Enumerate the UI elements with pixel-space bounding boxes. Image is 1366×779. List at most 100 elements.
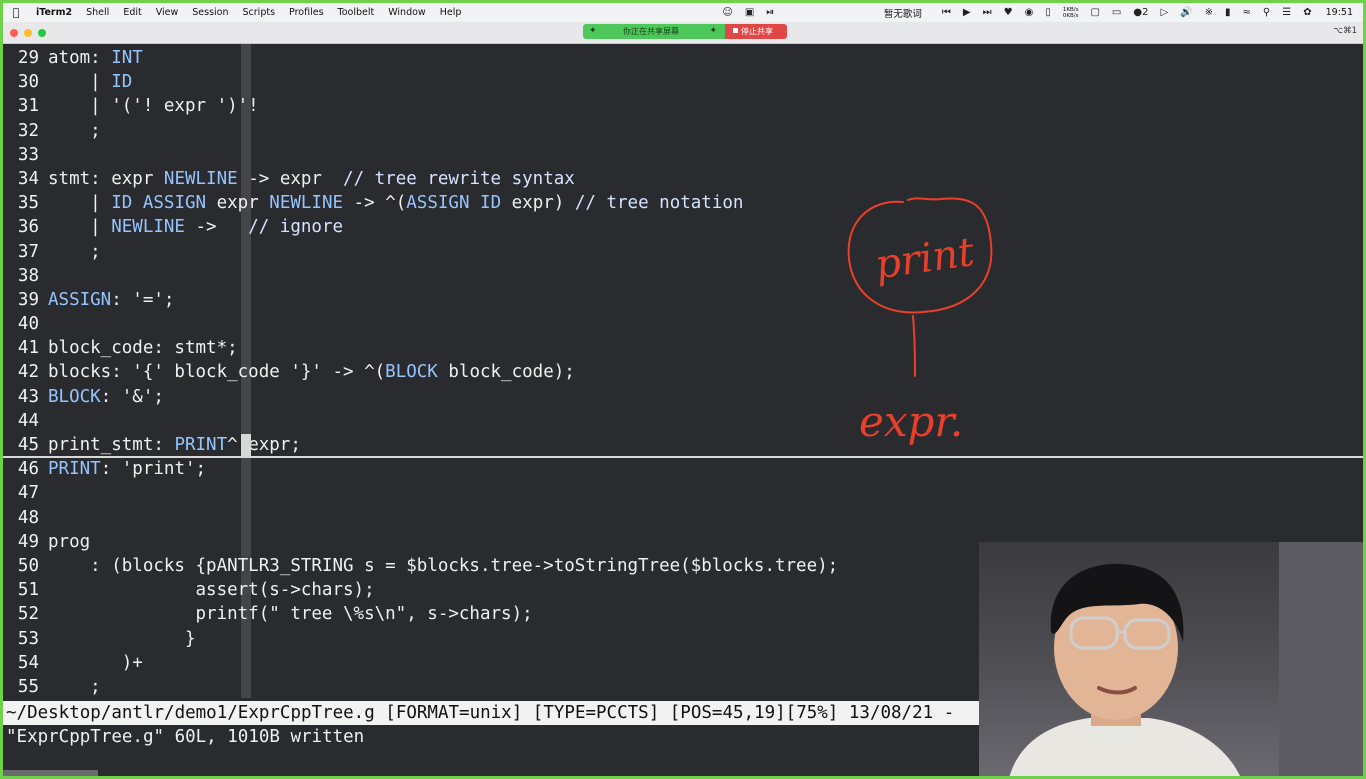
close-window-button[interactable] [10, 29, 18, 37]
badge-icon[interactable]: ●2 [1127, 7, 1154, 18]
line-number: 42 [17, 362, 39, 383]
line-number: 30 [17, 72, 39, 93]
code-line[interactable]: 48 [3, 506, 838, 530]
line-number: 49 [17, 531, 39, 552]
menu-item-scripts[interactable]: Scripts [236, 7, 283, 18]
control-center-icon[interactable]: ☰ [1276, 7, 1297, 18]
presenter-image [1009, 542, 1363, 776]
maximize-window-button[interactable] [38, 29, 46, 37]
code-editor[interactable]: 29 atom: INT 30 | ID 31 | '('! expr ')'! 32 … [3, 46, 838, 699]
share-icon: ✦ [589, 26, 597, 36]
line-text: ; [48, 120, 101, 141]
line-text: } [48, 628, 196, 649]
stop-icon [733, 28, 738, 33]
code-line[interactable]: 38 [3, 264, 838, 288]
code-line[interactable]: 52 printf(" tree \%s\n", s->chars); [3, 602, 838, 626]
music-app-icon[interactable]: ◉ [1019, 7, 1040, 18]
code-line[interactable]: 31 | '('! expr ')'! [3, 94, 838, 118]
annotation-print-word: print [872, 229, 978, 289]
line-number: 55 [17, 676, 39, 697]
code-line[interactable]: 49 prog [3, 530, 838, 554]
code-line[interactable]: 53 } [3, 627, 838, 651]
horizontal-scrollbar[interactable] [3, 770, 98, 776]
display-icon[interactable]: ▭ [1106, 7, 1127, 18]
play-icon[interactable]: ▶ [957, 7, 977, 18]
code-line[interactable]: 33 [3, 143, 838, 167]
lyrics-text[interactable]: 暂无歌词 [844, 6, 936, 20]
line-number: 32 [17, 120, 39, 141]
pause-circle-icon[interactable]: ⏯ [760, 7, 780, 18]
screen-record-icon[interactable]: ▣ [739, 7, 760, 18]
line-text: print_stmt: PRINT^ expr; [48, 435, 301, 455]
bluetooth-icon[interactable]: ※ [1199, 7, 1219, 18]
code-line[interactable]: 51 assert(s->chars); [3, 578, 838, 602]
line-text: printf(" tree \%s\n", s->chars); [48, 604, 533, 625]
code-line[interactable]: 30 | ID [3, 70, 838, 94]
code-line[interactable]: 39 ASSIGN: '='; [3, 288, 838, 312]
apple-icon[interactable]:  [3, 6, 29, 19]
network-speed[interactable]: 1KB/s 0KB/s [1057, 7, 1085, 19]
line-text: | ID [48, 72, 133, 93]
code-line[interactable]: 43 BLOCK: '&'; [3, 385, 838, 409]
code-line[interactable]: 54 )+ [3, 651, 838, 675]
search-icon[interactable]: ⚲ [1257, 7, 1276, 18]
menu-item-edit[interactable]: Edit [116, 7, 148, 18]
code-line[interactable]: 34 stmt: expr NEWLINE -> expr // tree rew… [3, 167, 838, 191]
line-text: ; [48, 241, 101, 262]
stop-sharing-button[interactable]: 停止共享 [725, 24, 787, 39]
menu-item-view[interactable]: View [149, 7, 186, 18]
line-number: 48 [17, 507, 39, 528]
previous-track-icon[interactable]: ⏮ [936, 7, 957, 18]
battery-icon[interactable]: ▮ [1219, 7, 1237, 18]
media-control-icon[interactable]: ▷ [1154, 7, 1174, 18]
line-text: ; [48, 676, 101, 697]
code-line[interactable]: 37 ; [3, 240, 838, 264]
memory-icon[interactable]: ▯ [1039, 7, 1057, 18]
line-number: 38 [17, 265, 39, 286]
menu-item-profiles[interactable]: Profiles [282, 7, 331, 18]
code-line[interactable]: 29 atom: INT [3, 46, 838, 70]
code-line[interactable]: 47 [3, 481, 838, 505]
line-number: 51 [17, 580, 39, 601]
heart-icon[interactable]: ♥ [998, 7, 1019, 18]
clock[interactable]: 19:51 [1318, 7, 1363, 18]
code-line[interactable]: 50 : (blocks {pANTLR3_STRING s = $blocks… [3, 554, 838, 578]
menu-item-window[interactable]: Window [381, 7, 432, 18]
line-number: 53 [17, 628, 39, 649]
annotation-connector [912, 315, 916, 377]
line-text: block_code: stmt*; [48, 338, 238, 359]
menu-item-toolbelt[interactable]: Toolbelt [331, 7, 382, 18]
code-line[interactable]: 36 | NEWLINE -> // ignore [3, 215, 838, 239]
wifi-icon[interactable]: ≈ [1237, 7, 1257, 18]
line-number: 37 [17, 241, 39, 262]
siri-icon[interactable]: ✿ [1297, 7, 1317, 18]
handwritten-annotation: print expr. [847, 197, 993, 446]
code-line[interactable]: 40 [3, 312, 838, 336]
menu-item-session[interactable]: Session [185, 7, 235, 18]
wechat-icon[interactable]: ☺ [716, 7, 738, 18]
line-text: | ID ASSIGN expr NEWLINE -> ^(ASSIGN ID … [48, 193, 744, 214]
minimize-window-button[interactable] [24, 29, 32, 37]
code-line[interactable]: 35 | ID ASSIGN expr NEWLINE -> ^(ASSIGN … [3, 191, 838, 215]
line-text: atom: INT [48, 48, 143, 68]
window-icon[interactable]: ▢ [1084, 7, 1105, 18]
code-line[interactable]: 44 [3, 409, 838, 433]
menu-item-shell[interactable]: Shell [79, 7, 116, 18]
line-text: ASSIGN: '='; [48, 289, 175, 310]
code-line[interactable]: 45 print_stmt: PRINT^ expr; [3, 433, 838, 457]
volume-icon[interactable]: 🔊 [1174, 7, 1198, 18]
code-line[interactable]: 41 block_code: stmt*; [3, 336, 838, 360]
code-line[interactable]: 42 blocks: '{' block_code '}' -> ^(BLOCK … [3, 360, 838, 384]
line-number: 36 [17, 217, 39, 238]
code-line[interactable]: 32 ; [3, 119, 838, 143]
line-number: 39 [17, 289, 39, 310]
screen-sharing-indicator[interactable]: ✦ 你正在共享屏幕 ✦ [583, 24, 725, 39]
stop-sharing-label: 停止共享 [741, 27, 773, 36]
code-line[interactable]: 46 PRINT: 'print'; [3, 457, 838, 481]
menu-item-help[interactable]: Help [433, 7, 469, 18]
menu-item-iterm2[interactable]: iTerm2 [29, 7, 79, 18]
next-track-icon[interactable]: ⏭ [977, 7, 998, 18]
code-line[interactable]: 55 ; [3, 675, 838, 699]
line-text: stmt: expr NEWLINE -> expr // tree rewri… [48, 168, 575, 189]
terminal-pane[interactable]: 29 atom: INT 30 | ID 31 | '('! expr ')'! 32 … [3, 44, 1363, 776]
